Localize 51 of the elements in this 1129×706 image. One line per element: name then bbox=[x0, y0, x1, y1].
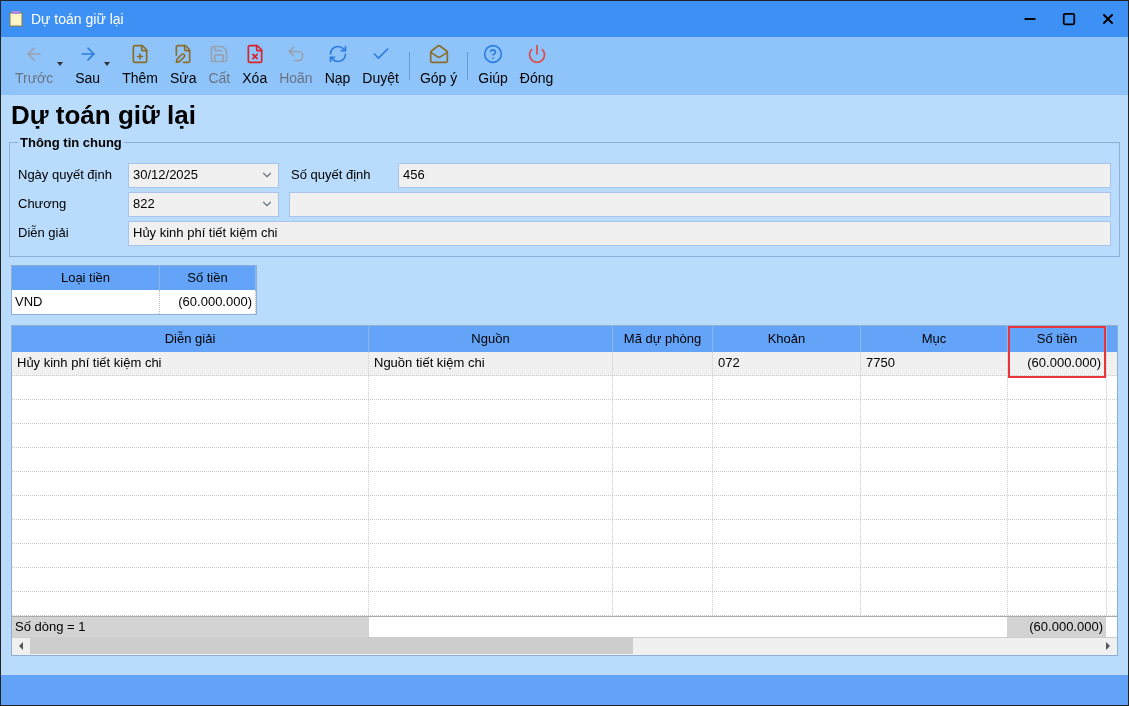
chapter-name-field[interactable] bbox=[289, 191, 1111, 217]
power-icon bbox=[526, 43, 547, 64]
toolbar-button[interactable]: Nạp bbox=[318, 40, 357, 92]
dropdown-caret-icon[interactable] bbox=[104, 62, 111, 66]
group-title: Thông tin chung bbox=[19, 134, 123, 152]
help-icon bbox=[483, 43, 504, 64]
notepad-icon bbox=[9, 11, 23, 27]
toolbar-button[interactable]: Sau bbox=[69, 40, 107, 92]
field-label: Chương bbox=[18, 195, 68, 214]
scrollbar-thumb[interactable] bbox=[30, 638, 633, 654]
toolbar-button[interactable]: Duyệt bbox=[356, 40, 405, 92]
horizontal-scrollbar[interactable] bbox=[12, 636, 1117, 655]
column-header: Loại tiền bbox=[12, 265, 160, 290]
undo-icon bbox=[285, 43, 306, 64]
new-document-icon bbox=[130, 43, 151, 64]
date-field[interactable]: 30/12/2025 bbox=[128, 162, 279, 188]
toolbar-button[interactable]: Thêm bbox=[116, 40, 164, 92]
toolbar-button[interactable]: Sửa bbox=[163, 40, 203, 92]
close-icon[interactable] bbox=[1100, 11, 1116, 27]
refresh-icon bbox=[327, 43, 348, 64]
column-header: Nguồn bbox=[369, 325, 613, 352]
save-icon bbox=[209, 43, 230, 64]
table-cell: 072 bbox=[713, 351, 861, 375]
table-cell: 7750 bbox=[861, 351, 1008, 375]
column-header: Số tiền bbox=[160, 265, 256, 290]
table-cell: Hủy kinh phí tiết kiệm chi bbox=[12, 351, 369, 375]
field-label: Ngày quyết định bbox=[18, 166, 113, 185]
column-header: Mã dự phòng bbox=[613, 325, 713, 352]
toolbar-button[interactable]: Giúp bbox=[472, 40, 514, 92]
edit-document-icon bbox=[173, 43, 194, 64]
table-cell: (60.000.000) bbox=[160, 289, 256, 314]
toolbar-button[interactable]: Góp ý bbox=[413, 40, 464, 92]
window-title: Dự toán giữ lại bbox=[31, 9, 125, 29]
toolbar-button[interactable]: Xóa bbox=[236, 40, 274, 92]
column-header: Khoản bbox=[713, 325, 861, 352]
toolbar-button[interactable]: Đóng bbox=[513, 40, 560, 92]
column-header: Diễn giải bbox=[12, 325, 369, 352]
field-label: Diễn giải bbox=[18, 224, 70, 243]
column-header: Mục bbox=[861, 325, 1008, 352]
field-label: Số quyết định bbox=[291, 166, 372, 185]
page-heading: Dự toán giữ lại bbox=[10, 99, 197, 131]
chapter-combo[interactable]: 822 bbox=[128, 191, 279, 217]
decision-number-field[interactable]: 456 bbox=[398, 162, 1111, 188]
row-count: Số dòng = 1 bbox=[12, 616, 369, 637]
total-amount: (60.000.000) bbox=[1007, 616, 1106, 637]
table-cell: VND bbox=[12, 289, 160, 314]
envelope-icon bbox=[428, 43, 449, 64]
maximize-icon[interactable] bbox=[1062, 12, 1076, 26]
description-field[interactable]: Hủy kinh phí tiết kiệm chi bbox=[128, 220, 1111, 246]
table-cell: (60.000.000) bbox=[1008, 351, 1107, 375]
table-cell: Nguồn tiết kiệm chi bbox=[369, 351, 613, 375]
